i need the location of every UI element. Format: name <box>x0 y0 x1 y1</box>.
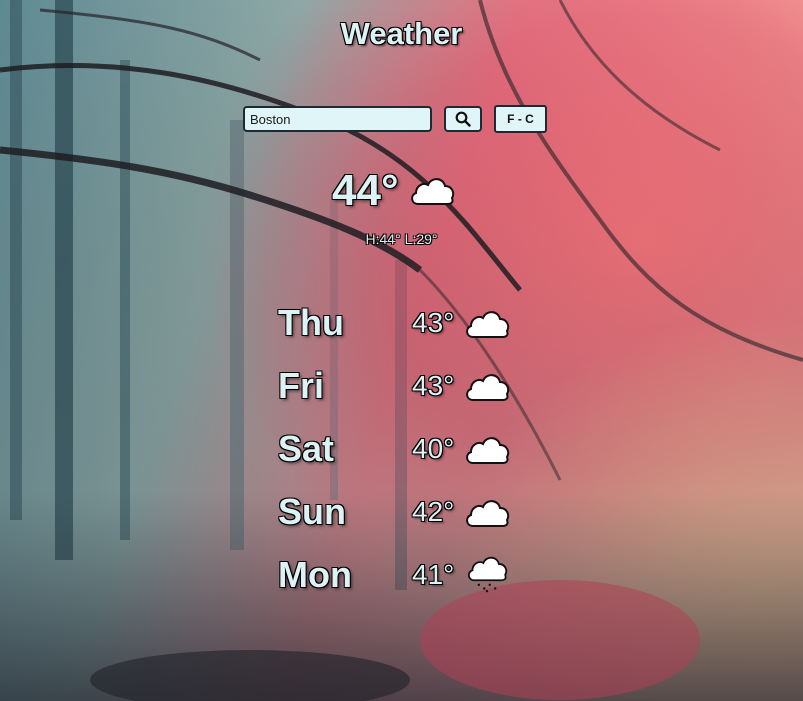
forecast-temp: 40° <box>412 433 455 464</box>
forecast-day: Sat <box>278 428 335 469</box>
city-search-input[interactable] <box>243 106 432 132</box>
app-title: Weather <box>340 16 463 51</box>
high-low-temps: H:44° L:29° <box>0 231 803 247</box>
forecast-temp: 43° <box>412 370 455 401</box>
forecast-day: Sun <box>278 491 346 532</box>
forecast-day: Fri <box>278 365 325 406</box>
search-button[interactable] <box>444 106 482 132</box>
snow-cloud-icon <box>468 556 508 593</box>
low-temp: L:29° <box>404 231 438 247</box>
cloud-icon <box>466 374 510 401</box>
forecast-day: Mon <box>278 554 352 595</box>
forecast-temp: 43° <box>412 307 455 338</box>
cloud-icon <box>466 500 510 527</box>
weather-app: Weather F - C 44° H:44°L:29° Thu 43° Fri… <box>0 0 803 701</box>
unit-toggle-button[interactable]: F - C <box>494 105 547 133</box>
cloud-icon <box>466 437 510 464</box>
cloud-icon <box>411 178 455 205</box>
search-icon <box>455 111 471 127</box>
forecast-temp: 42° <box>412 496 455 527</box>
forecast-day: Thu <box>278 302 344 343</box>
current-temperature: 44° <box>332 166 399 215</box>
forecast-temp: 41° <box>412 559 455 590</box>
high-temp: H:44° <box>365 231 401 247</box>
cloud-icon <box>466 311 510 338</box>
